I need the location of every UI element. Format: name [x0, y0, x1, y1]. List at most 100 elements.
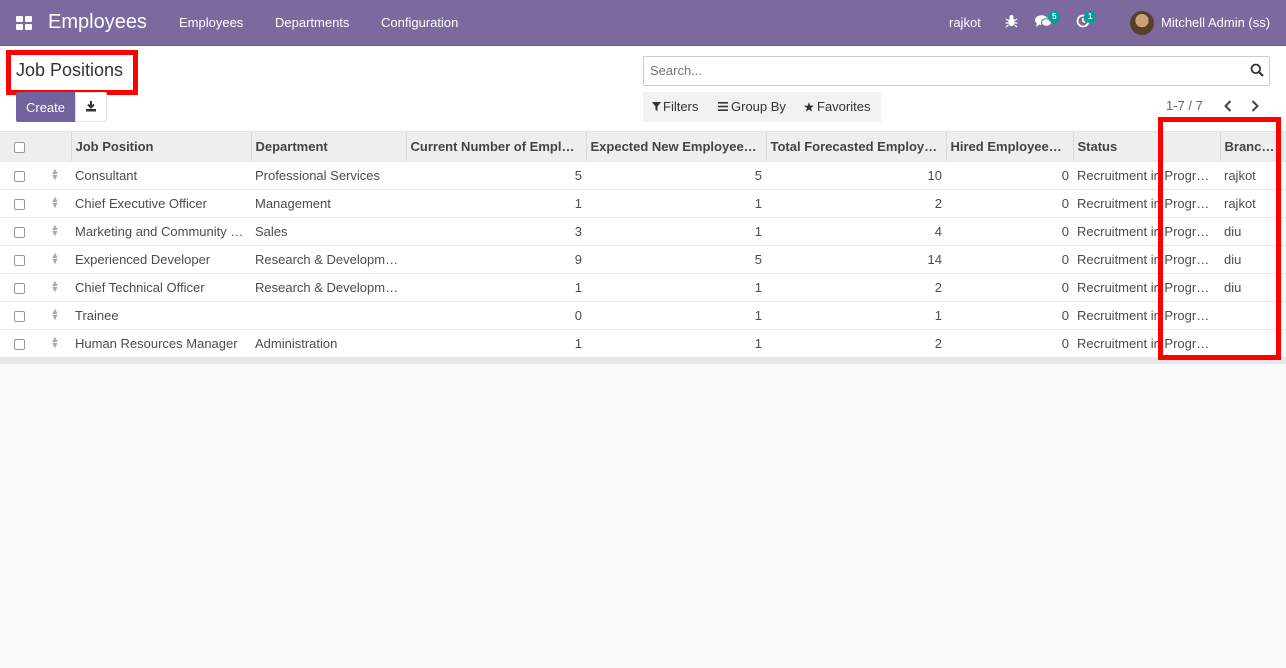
- row-drag-handle[interactable]: ▲ ▼: [39, 301, 71, 330]
- cell-job-position[interactable]: Marketing and Community Manager: [71, 217, 251, 246]
- cell-total-forecasted[interactable]: 2: [766, 273, 946, 302]
- column-header-department[interactable]: Department: [250, 132, 406, 162]
- pager-value[interactable]: 1-7 / 7: [1166, 98, 1203, 113]
- cell-current-employees[interactable]: 5: [406, 161, 586, 190]
- cell-expected-employees[interactable]: 1: [586, 273, 766, 302]
- table-row[interactable]: ▲ ▼ Chief Technical Officer Research & Deve…: [0, 273, 1286, 302]
- cell-total-forecasted[interactable]: 10: [766, 161, 946, 190]
- table-row[interactable]: ▲ ▼ Experienced Developer Research & Develo…: [0, 245, 1286, 274]
- cell-status[interactable]: Recruitment in Progress: [1073, 245, 1220, 274]
- row-select-cell[interactable]: [0, 329, 39, 358]
- table-row[interactable]: ▲ ▼ Consultant Professional Services 5 5 10 0 Re…: [0, 161, 1286, 190]
- cell-total-forecasted[interactable]: 2: [766, 189, 946, 218]
- cell-expected-employees[interactable]: 5: [586, 245, 766, 274]
- cell-hired-employees[interactable]: 0: [946, 245, 1073, 274]
- row-drag-handle[interactable]: ▲ ▼: [39, 329, 71, 358]
- cell-status[interactable]: Recruitment in Progress: [1073, 329, 1220, 358]
- export-download-button[interactable]: [75, 92, 107, 122]
- column-header-job-position[interactable]: Job Position: [70, 132, 251, 162]
- search-icon[interactable]: [1250, 63, 1264, 80]
- cell-total-forecasted[interactable]: 1: [766, 301, 946, 330]
- cell-status[interactable]: Recruitment in Progress: [1073, 161, 1220, 190]
- cell-status[interactable]: Recruitment in Progress: [1073, 301, 1220, 330]
- table-row[interactable]: ▲ ▼ Human Resources Manager Administration 1…: [0, 329, 1286, 358]
- row-select-cell[interactable]: [0, 161, 39, 190]
- cell-hired-employees[interactable]: 0: [946, 301, 1073, 330]
- company-switcher[interactable]: rajkot: [949, 15, 981, 30]
- row-checkbox[interactable]: [14, 170, 25, 182]
- app-brand[interactable]: Employees: [48, 11, 147, 34]
- cell-branch[interactable]: rajkot: [1220, 189, 1286, 218]
- menu-configuration[interactable]: Configuration: [381, 15, 458, 30]
- cell-total-forecasted[interactable]: 2: [766, 329, 946, 358]
- row-checkbox[interactable]: [14, 254, 25, 266]
- row-checkbox[interactable]: [14, 282, 25, 294]
- favorites-button[interactable]: Favorites: [804, 99, 870, 114]
- cell-job-position[interactable]: Experienced Developer: [71, 245, 251, 274]
- column-header-current-employees[interactable]: Current Number of Empl…: [405, 132, 586, 162]
- cell-job-position[interactable]: Human Resources Manager: [71, 329, 251, 358]
- row-drag-handle[interactable]: ▲ ▼: [39, 189, 71, 218]
- cell-current-employees[interactable]: 1: [406, 189, 586, 218]
- column-header-branch[interactable]: Branch…: [1219, 132, 1286, 162]
- cell-department[interactable]: Administration: [251, 329, 406, 358]
- pager-previous-button[interactable]: [1219, 96, 1237, 116]
- cell-branch[interactable]: [1220, 301, 1286, 330]
- cell-department[interactable]: Research & Development: [251, 245, 406, 274]
- cell-current-employees[interactable]: 9: [406, 245, 586, 274]
- row-select-cell[interactable]: [0, 189, 39, 218]
- cell-hired-employees[interactable]: 0: [946, 273, 1073, 302]
- cell-branch[interactable]: diu: [1220, 273, 1286, 302]
- cell-job-position[interactable]: Chief Executive Officer: [71, 189, 251, 218]
- column-header-status[interactable]: Status: [1072, 132, 1220, 162]
- cell-hired-employees[interactable]: 0: [946, 217, 1073, 246]
- cell-expected-employees[interactable]: 1: [586, 217, 766, 246]
- row-drag-handle[interactable]: ▲ ▼: [39, 245, 71, 274]
- apps-menu-icon[interactable]: [16, 16, 32, 30]
- cell-department[interactable]: Sales: [251, 217, 406, 246]
- cell-current-employees[interactable]: 1: [406, 329, 586, 358]
- create-button[interactable]: Create: [16, 92, 75, 122]
- row-checkbox[interactable]: [14, 338, 25, 350]
- cell-expected-employees[interactable]: 1: [586, 329, 766, 358]
- column-header-total-forecasted[interactable]: Total Forecasted Employ…: [765, 132, 946, 162]
- row-select-cell[interactable]: [0, 245, 39, 274]
- cell-current-employees[interactable]: 0: [406, 301, 586, 330]
- row-checkbox[interactable]: [14, 310, 25, 322]
- menu-departments[interactable]: Departments: [275, 15, 349, 30]
- column-header-expected-employees[interactable]: Expected New Employee…: [585, 132, 766, 162]
- cell-branch[interactable]: [1220, 329, 1286, 358]
- row-drag-handle[interactable]: ▲ ▼: [39, 161, 71, 190]
- group-by-button[interactable]: Group By: [718, 99, 786, 114]
- menu-employees[interactable]: Employees: [179, 15, 243, 30]
- cell-branch[interactable]: diu: [1220, 217, 1286, 246]
- row-select-cell[interactable]: [0, 273, 39, 302]
- cell-department[interactable]: Professional Services: [251, 161, 406, 190]
- cell-hired-employees[interactable]: 0: [946, 161, 1073, 190]
- row-drag-handle[interactable]: ▲ ▼: [39, 273, 71, 302]
- cell-expected-employees[interactable]: 1: [586, 301, 766, 330]
- select-all-checkbox[interactable]: [14, 141, 25, 153]
- cell-status[interactable]: Recruitment in Progress: [1073, 273, 1220, 302]
- filters-button[interactable]: Filters: [652, 99, 698, 114]
- table-row[interactable]: ▲ ▼ Trainee 0 1 1 0 Recruitment in Progress: [0, 301, 1286, 330]
- row-checkbox[interactable]: [14, 226, 25, 238]
- row-select-cell[interactable]: [0, 217, 39, 246]
- cell-status[interactable]: Recruitment in Progress: [1073, 189, 1220, 218]
- pager-next-button[interactable]: [1246, 96, 1264, 116]
- debug-bug-icon[interactable]: [1005, 14, 1018, 31]
- cell-job-position[interactable]: Trainee: [71, 301, 251, 330]
- user-menu[interactable]: Mitchell Admin (ss): [1161, 15, 1270, 30]
- row-checkbox[interactable]: [14, 198, 25, 210]
- search-input[interactable]: [650, 57, 1240, 83]
- select-all-header[interactable]: [0, 132, 39, 162]
- cell-branch[interactable]: rajkot: [1220, 161, 1286, 190]
- cell-hired-employees[interactable]: 0: [946, 329, 1073, 358]
- cell-total-forecasted[interactable]: 4: [766, 217, 946, 246]
- row-select-cell[interactable]: [0, 301, 39, 330]
- column-header-hired-employees[interactable]: Hired Employees…: [945, 132, 1073, 162]
- row-drag-handle[interactable]: ▲ ▼: [39, 217, 71, 246]
- cell-department[interactable]: Management: [251, 189, 406, 218]
- cell-expected-employees[interactable]: 1: [586, 189, 766, 218]
- cell-job-position[interactable]: Consultant: [71, 161, 251, 190]
